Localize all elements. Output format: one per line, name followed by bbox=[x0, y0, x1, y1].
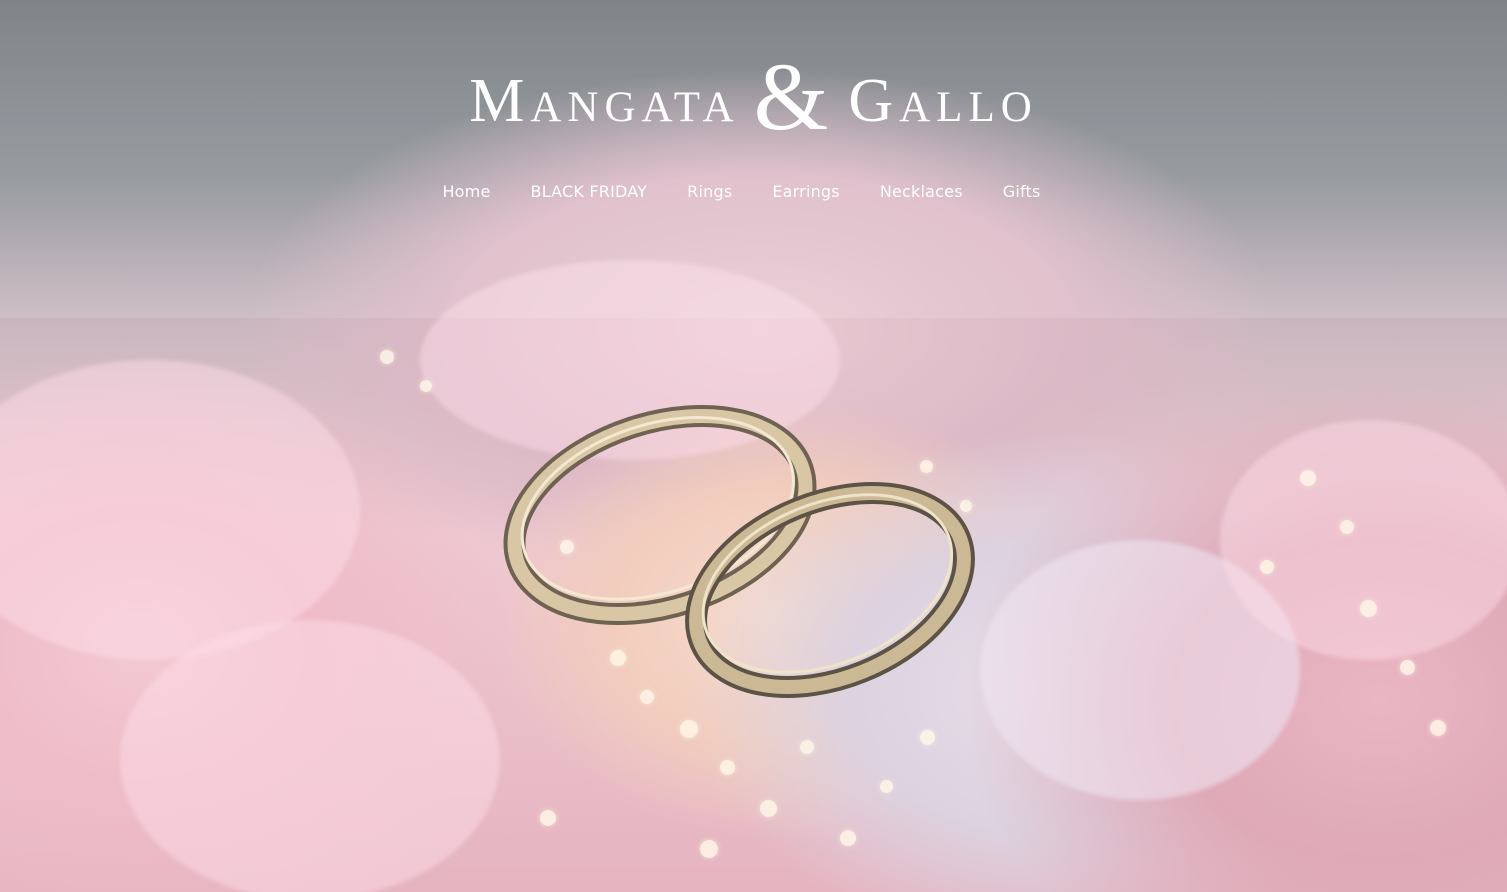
hero-banner: Mangata & Gallo Home BLACK FRIDAY Rings Ea… bbox=[0, 0, 1507, 892]
nav-item-earrings[interactable]: Earrings bbox=[772, 182, 839, 201]
nav-item-necklaces[interactable]: Necklaces bbox=[880, 182, 963, 201]
brand-ampersand: & bbox=[753, 43, 835, 150]
main-nav: Home BLACK FRIDAY Rings Earrings Necklac… bbox=[0, 182, 1495, 201]
nav-item-black-friday[interactable]: BLACK FRIDAY bbox=[531, 182, 648, 201]
brand-name-left: Mangata bbox=[469, 67, 740, 135]
nav-item-home[interactable]: Home bbox=[442, 182, 490, 201]
nav-item-gifts[interactable]: Gifts bbox=[1003, 182, 1041, 201]
brand-logo[interactable]: Mangata & Gallo bbox=[0, 49, 1507, 146]
brand-name-right: Gallo bbox=[848, 67, 1038, 135]
nav-item-rings[interactable]: Rings bbox=[687, 182, 732, 201]
